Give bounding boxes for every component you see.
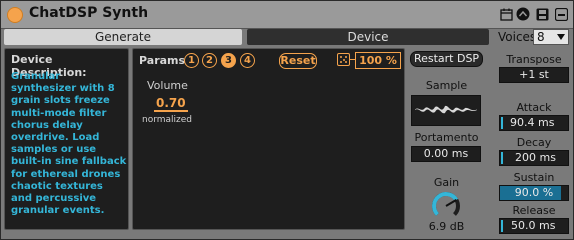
tab-generate[interactable]: Generate xyxy=(4,29,242,45)
release-bar xyxy=(501,220,503,232)
collapse-icon[interactable] xyxy=(554,7,568,21)
decay-bar xyxy=(501,152,503,164)
description-text: Granular synthesizer with 8 grain slots … xyxy=(11,71,127,217)
transpose-field[interactable]: +1 st xyxy=(499,67,569,83)
transpose-label: Transpose xyxy=(506,53,562,66)
decay-value: 200 ms xyxy=(515,151,556,164)
voices-select[interactable]: 8 xyxy=(533,29,569,45)
decay-slider[interactable]: 200 ms xyxy=(499,150,569,166)
device-title: ChatDSP Synth xyxy=(29,5,149,21)
description-panel: Device Description: Granular synthesizer… xyxy=(4,48,129,230)
volume-label: Volume xyxy=(147,79,188,92)
gain-dial[interactable] xyxy=(429,190,463,218)
volume-note: normalized xyxy=(142,115,193,125)
randomize-amount[interactable]: 100 % xyxy=(355,52,401,69)
restart-dsp-button[interactable]: Restart DSP xyxy=(410,51,483,67)
release-label: Release xyxy=(512,204,556,217)
waveform-icon xyxy=(415,105,477,114)
gain-value: 6.9 dB xyxy=(428,220,465,233)
params-label: Params xyxy=(139,54,186,67)
sample-label: Sample xyxy=(425,79,468,92)
sample-drop-zone[interactable] xyxy=(411,95,481,126)
attack-bar xyxy=(501,117,503,129)
attack-label: Attack xyxy=(516,101,552,114)
param-page-3[interactable]: 3 xyxy=(221,53,236,68)
volume-value[interactable]: 0.70 xyxy=(154,96,188,112)
release-value: 50.0 ms xyxy=(511,219,556,232)
attack-slider[interactable]: 90.4 ms xyxy=(499,115,569,131)
sustain-slider[interactable]: 90.0 % xyxy=(499,185,569,201)
portamento-label: Portamento xyxy=(414,131,479,144)
release-slider[interactable]: 50.0 ms xyxy=(499,218,569,234)
chevron-down-icon xyxy=(557,34,565,40)
sustain-label: Sustain xyxy=(513,171,555,184)
randomize-dice-icon[interactable] xyxy=(337,53,350,66)
reset-button[interactable]: Reset xyxy=(279,53,317,69)
params-panel: Params 1 2 3 4 Reset 100 % Volume 0.70 n… xyxy=(132,48,405,230)
power-toggle[interactable] xyxy=(7,7,23,23)
sustain-value: 90.0 % xyxy=(514,186,554,199)
attack-value: 90.4 ms xyxy=(510,116,555,129)
tab-device[interactable]: Device xyxy=(247,29,489,45)
route-icon[interactable] xyxy=(516,7,530,21)
param-page-2[interactable]: 2 xyxy=(202,53,217,68)
voices-label: Voices xyxy=(498,30,537,44)
presets-icon[interactable] xyxy=(499,7,513,21)
decay-label: Decay xyxy=(516,136,552,149)
param-page-1[interactable]: 1 xyxy=(184,53,199,68)
title-bar: ChatDSP Synth xyxy=(1,1,573,29)
save-icon[interactable] xyxy=(535,7,549,21)
voices-value: 8 xyxy=(537,30,545,44)
param-page-4[interactable]: 4 xyxy=(240,53,255,68)
device-panel: ChatDSP Synth Generate Device Voices 8 D… xyxy=(0,0,574,240)
portamento-field[interactable]: 0.00 ms xyxy=(411,146,481,162)
gain-label: Gain xyxy=(433,176,460,189)
